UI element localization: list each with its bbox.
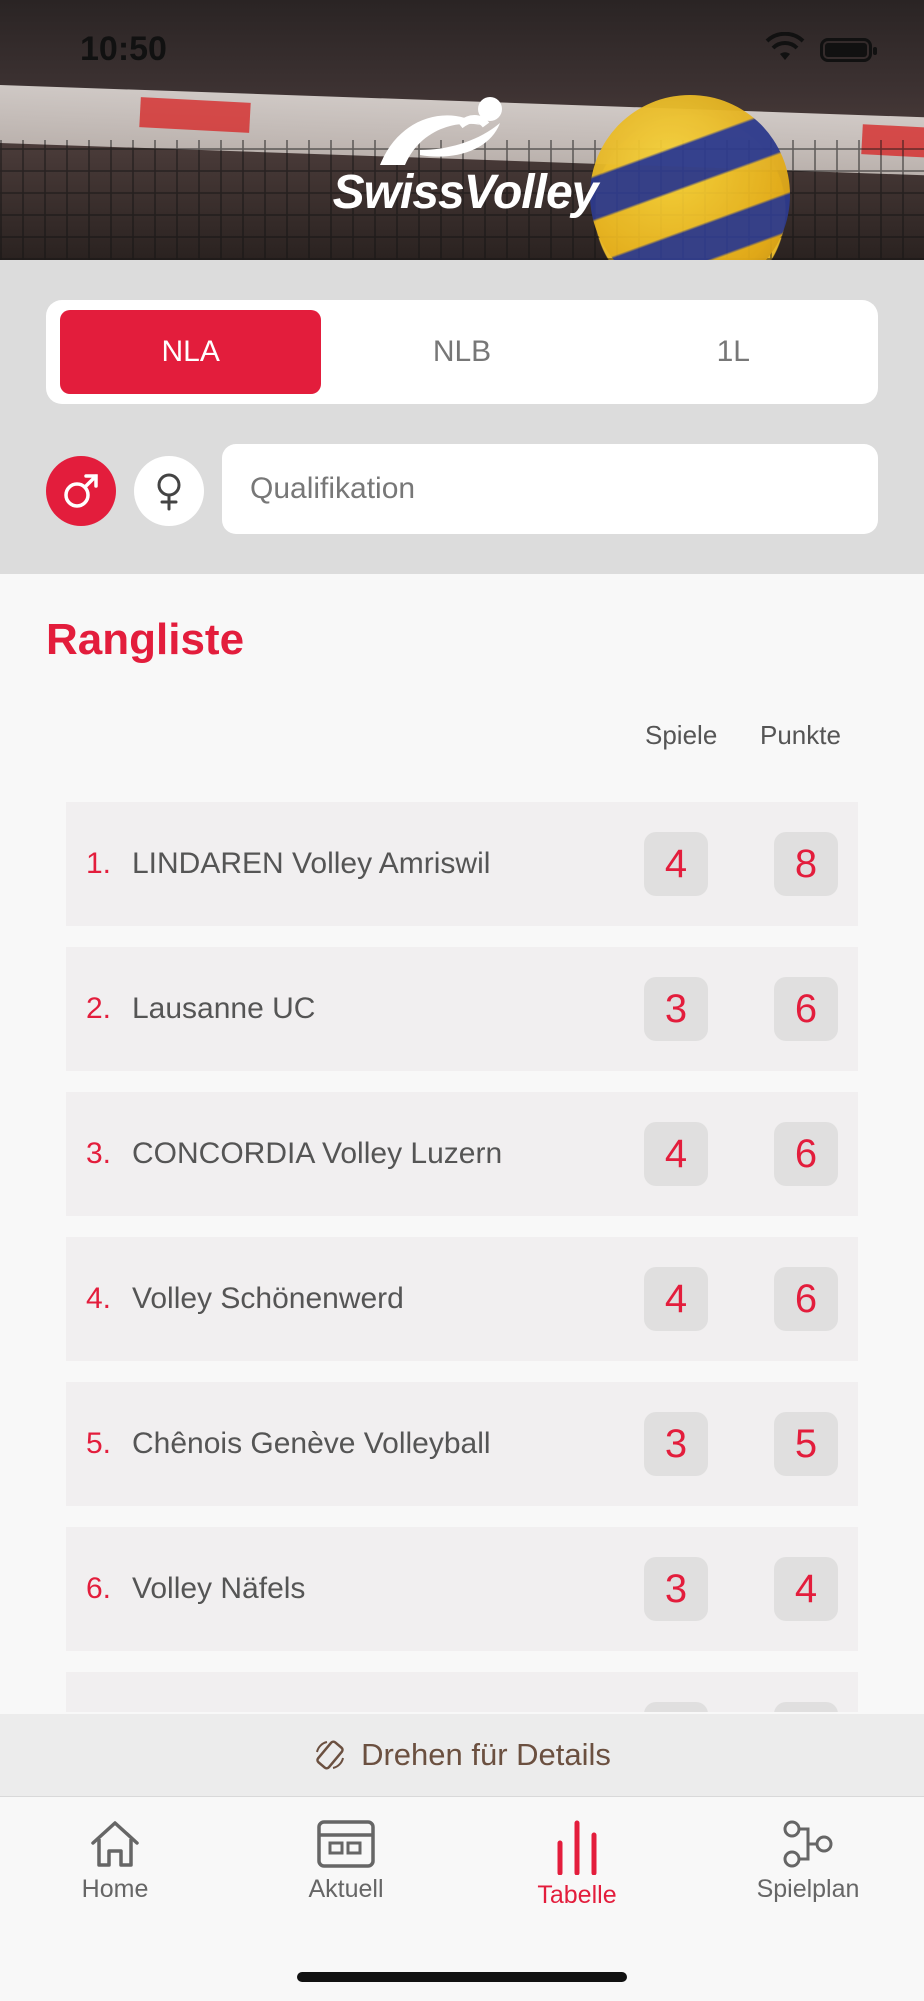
tab-aktuell[interactable]: Aktuell: [271, 1819, 421, 1904]
ranking-row[interactable]: 1. LINDAREN Volley Amriswil 4 8: [66, 802, 858, 926]
schedule-icon: [783, 1820, 833, 1868]
games-count: [644, 1702, 708, 1712]
swissvolley-logo: SwissVolley: [330, 95, 600, 220]
tab-home-label: Home: [81, 1875, 149, 1903]
tab-home[interactable]: Home: [40, 1819, 190, 1904]
rotate-hint-label: Drehen für Details: [361, 1737, 611, 1772]
section-title: Rangliste: [46, 615, 245, 664]
ranking-row[interactable]: 5. Chênois Genève Volleyball 3 5: [66, 1382, 858, 1506]
column-header-games: Spiele: [645, 720, 718, 750]
wifi-icon: [765, 32, 805, 60]
tab-nlb[interactable]: NLB: [331, 310, 592, 394]
tab-tabelle[interactable]: Tabelle: [502, 1819, 652, 1910]
games-count: 4: [644, 1122, 708, 1186]
bottom-tab-bar: Home Aktuell Tabelle Spielplan: [0, 1796, 924, 2001]
male-filter-button[interactable]: [46, 456, 116, 526]
hero-banner: 10:50 SwissVolley: [0, 0, 924, 260]
home-icon: [91, 1821, 139, 1867]
team-name: CONCORDIA Volley Luzern: [132, 1137, 503, 1170]
rank: 6.: [86, 1572, 112, 1605]
tab-spielplan[interactable]: Spielplan: [733, 1819, 883, 1904]
rank: 5.: [86, 1427, 112, 1460]
ranking-row[interactable]: 3. CONCORDIA Volley Luzern 4 6: [66, 1092, 858, 1216]
games-count: 3: [644, 1412, 708, 1476]
tab-tabelle-label: Tabelle: [537, 1881, 617, 1909]
bar-chart-icon: [557, 1820, 597, 1875]
points-count: 6: [774, 1122, 838, 1186]
rank: 2.: [86, 992, 112, 1025]
home-indicator: [297, 1972, 627, 1982]
games-count: 3: [644, 1557, 708, 1621]
ranking-row[interactable]: 2. Lausanne UC 3 6: [66, 947, 858, 1071]
games-count: 4: [644, 1267, 708, 1331]
points-count: 5: [774, 1412, 838, 1476]
ranking-row[interactable]: 6. Volley Näfels 3 4: [66, 1527, 858, 1651]
points-count: 6: [774, 1267, 838, 1331]
ranking-row[interactable]: 4. Volley Schönenwerd 4 6: [66, 1237, 858, 1361]
tab-spielplan-label: Spielplan: [756, 1875, 860, 1903]
rank: 4.: [86, 1282, 112, 1315]
points-count: [774, 1702, 838, 1712]
tab-1l[interactable]: 1L: [603, 310, 864, 394]
phase-dropdown[interactable]: Qualifikation: [222, 444, 878, 534]
rank: 1.: [86, 847, 112, 880]
team-name: LINDAREN Volley Amriswil: [132, 847, 491, 880]
rotate-device-icon: [316, 1740, 345, 1770]
logo-wordmark: SwissVolley: [332, 166, 599, 219]
female-symbol-icon: [157, 473, 181, 511]
points-count: 6: [774, 977, 838, 1041]
tab-nla[interactable]: NLA: [60, 310, 322, 394]
logo-swoosh-icon: [380, 97, 502, 165]
games-count: 3: [644, 977, 708, 1041]
battery-icon: [820, 38, 877, 62]
female-filter-button[interactable]: [134, 456, 204, 526]
league-tabs: NLA NLB 1L: [46, 300, 878, 404]
points-count: 8: [774, 832, 838, 896]
news-icon: [317, 1820, 375, 1868]
tab-aktuell-label: Aktuell: [308, 1875, 384, 1903]
filter-area: NLA NLB 1L Qualifikation: [0, 260, 924, 574]
column-header-points: Punkte: [760, 720, 841, 750]
male-symbol-icon: [64, 474, 98, 508]
points-count: 4: [774, 1557, 838, 1621]
rank: 3.: [86, 1137, 112, 1170]
games-count: 4: [644, 832, 708, 896]
status-bar: 10:50: [0, 0, 924, 100]
ranking-row[interactable]: [66, 1672, 858, 1712]
team-name: Volley Schönenwerd: [132, 1282, 404, 1315]
status-time: 10:50: [80, 30, 167, 68]
team-name: Chênois Genève Volleyball: [132, 1427, 491, 1460]
team-name: Lausanne UC: [132, 992, 316, 1025]
ranking-list: 1. LINDAREN Volley Amriswil 4 8 2. Lausa…: [66, 802, 858, 1712]
team-name: Volley Näfels: [132, 1572, 306, 1605]
rotate-hint: Drehen für Details: [0, 1714, 924, 1796]
sponsor-logo: [139, 97, 251, 133]
